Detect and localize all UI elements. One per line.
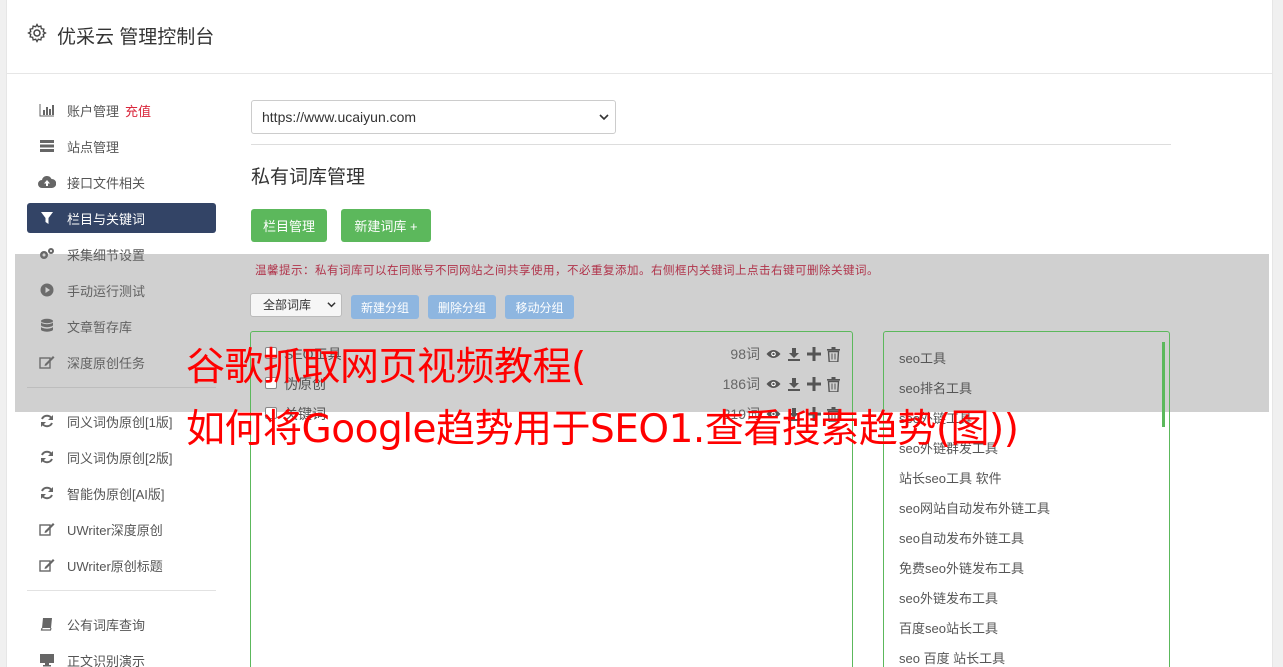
- page-title: 私有词库管理: [251, 167, 366, 188]
- library-filter-value: 全部词库: [263, 298, 312, 312]
- sidebar-item-account[interactable]: 账户管理 充值: [27, 95, 216, 125]
- trash-icon[interactable]: [827, 376, 840, 392]
- eye-icon[interactable]: [766, 348, 781, 360]
- sidebar-item-label: 接口文件相关: [67, 175, 146, 191]
- sidebar-item-public-lib[interactable]: 公有词库查询: [27, 609, 216, 639]
- library-count: 186词: [722, 376, 760, 392]
- sidebar-divider: [27, 590, 216, 591]
- monitor-icon: [38, 652, 56, 667]
- sidebar-item-label: 同义词伪原创[2版]: [67, 450, 173, 466]
- keyword-item[interactable]: seo外链发布工具: [899, 588, 998, 607]
- library-filter-select[interactable]: 全部词库: [250, 293, 342, 317]
- cloud-upload-icon: [38, 174, 56, 190]
- plus-icon[interactable]: [807, 377, 821, 391]
- sidebar-item-label: UWriter原创标题: [67, 558, 163, 574]
- sidebar-item-label: 栏目与关键词: [67, 211, 146, 227]
- site-select[interactable]: https://www.ucaiyun.com: [251, 100, 616, 134]
- sidebar-item-label: 智能伪原创[AI版]: [67, 486, 165, 502]
- sidebar-item-label: 同义词伪原创[1版]: [67, 414, 173, 430]
- keyword-list-panel: seo工具 seo排名工具 seo外链工具 seo外链群发工具 站长seo工具 …: [883, 331, 1170, 667]
- keyword-item[interactable]: seo自动发布外链工具: [899, 528, 1024, 547]
- site-select-value: https://www.ucaiyun.com: [262, 109, 417, 125]
- refresh-icon: [38, 485, 56, 501]
- overlay-caption-line1: 谷歌抓取网页视频教程(: [186, 345, 586, 390]
- sidebar-item-sites[interactable]: 站点管理: [27, 131, 216, 161]
- keyword-item[interactable]: seo排名工具: [899, 378, 972, 397]
- sidebar-item-label: 站点管理: [67, 139, 120, 155]
- eye-icon[interactable]: [766, 378, 781, 390]
- recharge-link[interactable]: 充值: [125, 101, 151, 120]
- sidebar-item-label: 正文识别演示: [67, 653, 146, 667]
- download-icon[interactable]: [787, 347, 801, 361]
- keyword-item[interactable]: 免费seo外链发布工具: [899, 558, 1024, 577]
- sidebar-item-api-files[interactable]: 接口文件相关: [27, 167, 216, 197]
- keyword-item[interactable]: seo工具: [899, 348, 946, 367]
- top-bar: 优采云 管理控制台: [7, 0, 1272, 74]
- sidebar-item-text-recognition[interactable]: 正文识别演示: [27, 645, 216, 667]
- library-count: 98词: [730, 346, 760, 362]
- app-title: 优采云 管理控制台: [57, 27, 215, 48]
- download-icon[interactable]: [787, 377, 801, 391]
- tip-text: 温馨提示：私有词库可以在同账号不同网站之间共享使用，不必重复添加。右侧框内关键词…: [255, 265, 879, 277]
- edit-icon: [38, 557, 56, 573]
- keyword-item[interactable]: seo 百度 站长工具: [899, 648, 1005, 667]
- move-group-button[interactable]: 移动分组: [505, 295, 574, 319]
- keyword-item[interactable]: 百度seo站长工具: [899, 618, 998, 637]
- new-library-button[interactable]: 新建词库 +: [341, 209, 431, 242]
- bar-chart-icon: [38, 102, 56, 118]
- divider: [251, 144, 1171, 145]
- refresh-icon: [38, 413, 56, 429]
- filter-icon: [38, 210, 56, 226]
- trash-icon[interactable]: [827, 346, 840, 362]
- refresh-icon: [38, 449, 56, 465]
- chevron-down-icon: [327, 302, 336, 308]
- plus-icon[interactable]: [807, 347, 821, 361]
- gear-icon: [27, 23, 47, 43]
- library-actions: [766, 375, 840, 393]
- overlay-caption-line2: 如何将Google趋势用于SEO1.查看搜索趋势(图)): [186, 407, 1019, 452]
- scrollbar[interactable]: [1162, 342, 1165, 427]
- server-icon: [38, 138, 56, 154]
- sidebar-item-ai-original[interactable]: 智能伪原创[AI版]: [27, 478, 216, 508]
- keyword-item[interactable]: seo网站自动发布外链工具: [899, 498, 1050, 517]
- edit-icon: [38, 521, 56, 537]
- sidebar-item-uwriter-deep[interactable]: UWriter深度原创: [27, 514, 216, 544]
- sidebar-item-columns-keywords[interactable]: 栏目与关键词: [27, 203, 216, 233]
- delete-group-button[interactable]: 删除分组: [428, 295, 496, 319]
- sidebar-item-label: UWriter深度原创: [67, 522, 163, 538]
- new-group-button[interactable]: 新建分组: [351, 295, 419, 319]
- keyword-item[interactable]: 站长seo工具 软件: [899, 468, 1002, 487]
- sidebar-item-uwriter-title[interactable]: UWriter原创标题: [27, 550, 216, 580]
- sidebar-item-label: 账户管理: [67, 103, 120, 119]
- columns-manage-button[interactable]: 栏目管理: [251, 209, 327, 242]
- book-icon: [38, 616, 56, 632]
- sidebar-item-label: 公有词库查询: [67, 617, 146, 633]
- chevron-down-icon: [599, 114, 609, 121]
- library-actions: [766, 345, 840, 363]
